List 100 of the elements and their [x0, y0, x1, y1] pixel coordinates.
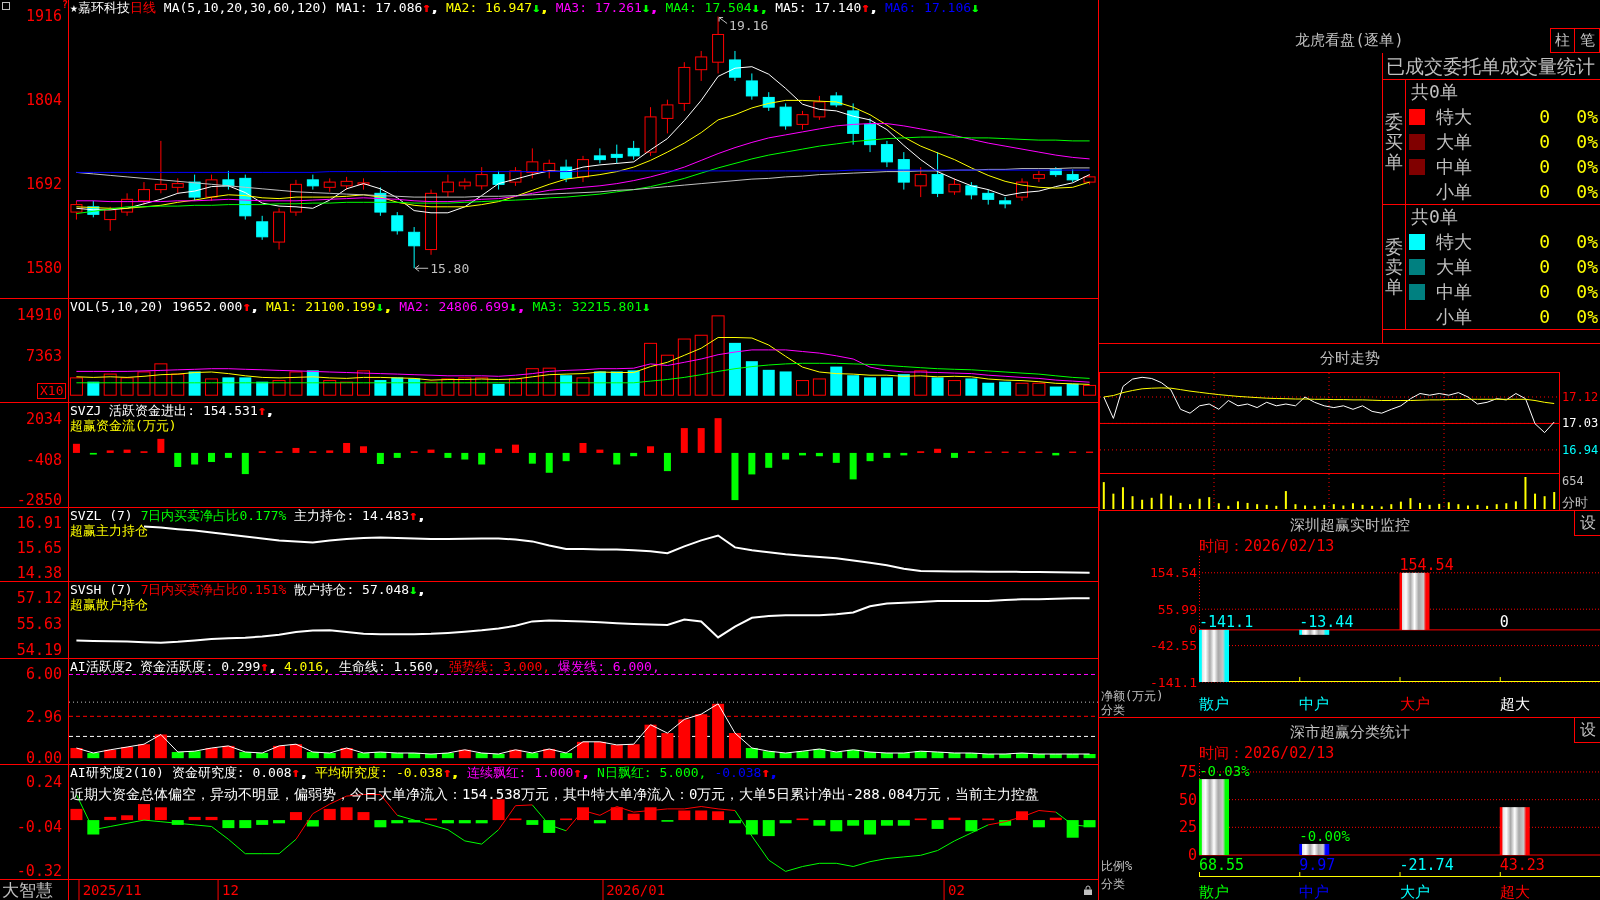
candlestick — [577, 155, 589, 183]
order-share: 0% — [1575, 281, 1599, 302]
axis-tick-label: 0 — [1189, 622, 1197, 638]
indicator-reading: 平均研究度: -0.038↑, — [315, 765, 459, 780]
candlestick — [779, 102, 792, 131]
axis-tick-label: 14.38 — [16, 564, 62, 582]
axis-tick-label: 16.91 — [16, 514, 62, 533]
indicator-reading: 生命线: 1.560, — [338, 659, 441, 674]
indicator-reading: MA2: 24806.699↓, — [399, 299, 525, 314]
candlestick — [239, 174, 252, 221]
candlestick — [289, 179, 302, 217]
axis-title: 分类 — [1101, 703, 1125, 717]
candlestick — [526, 147, 539, 179]
volume-scale-label: 654 — [1562, 474, 1584, 488]
date-label: 2025/11 — [78, 880, 142, 900]
axis-tick-label: 1580 — [25, 259, 62, 278]
order-count: 0 — [1538, 106, 1550, 127]
candlestick — [306, 174, 319, 191]
indicator-reading: 7日内买卖净占比0.177% — [140, 508, 287, 523]
candlestick — [357, 177, 370, 191]
candlestick — [340, 176, 353, 191]
indicator-name: MA(5,10,20,30,60,120) — [163, 0, 329, 15]
category-label: 散户 — [1199, 883, 1229, 900]
axis-tick-label: 154.54 — [1150, 565, 1197, 581]
axis-tick-label: 1692 — [25, 175, 62, 194]
candlestick — [441, 174, 454, 198]
order-share: 0% — [1575, 181, 1599, 202]
order-share: 0% — [1575, 106, 1599, 127]
settings-button[interactable]: 设 — [1574, 718, 1600, 743]
axis-tick-label: 55.63 — [16, 615, 62, 634]
settings-button[interactable]: 设 — [1574, 511, 1600, 536]
indicator-reading: 强势线: 3.000, — [448, 659, 551, 674]
axis-tick-label: 0.00 — [25, 749, 62, 765]
category-label: 中户 — [1299, 883, 1330, 900]
indicator-name: SVZJ — [70, 403, 102, 418]
question-mark-icon: ? — [62, 0, 69, 10]
bar-change-label: -0.03% — [1199, 763, 1250, 780]
indicator-reading: 4.016, — [283, 659, 331, 674]
indicator-reading: MA6: 17.106↓ — [884, 0, 979, 15]
indicator-caption: 超赢主力持仓 — [70, 523, 148, 538]
bar-value-label: 0 — [1499, 612, 1509, 631]
indicator-reading: MA3: 17.261↓, — [555, 0, 658, 15]
axis-tick-label: 16.94 — [1562, 442, 1599, 457]
candlestick — [813, 95, 826, 121]
candlestick — [762, 91, 775, 112]
indicator-reading: MA2: 16.947↓, — [445, 0, 548, 15]
price-annotation: 19.16 — [729, 18, 769, 33]
indicator-name: AI活跃度2 — [70, 659, 133, 674]
view-toggle-button[interactable]: 柱 — [1550, 28, 1575, 53]
volume-caption: 分时 — [1562, 495, 1588, 510]
candlestick — [999, 196, 1012, 209]
panel-title: 分时走势 — [1319, 350, 1380, 366]
candlestick — [1032, 170, 1045, 183]
candlestick — [323, 177, 336, 193]
candlestick — [712, 16, 725, 74]
axis-tick-label: 17.03 — [1562, 416, 1599, 431]
order-size-label: 中单 — [1436, 156, 1473, 177]
indicator-reading: 爆发线: 6.000, — [558, 659, 660, 674]
axis-title: 净额(万元) — [1101, 689, 1164, 703]
candlestick — [1049, 166, 1062, 178]
order-size-label: 小单 — [1436, 306, 1473, 327]
axis-tick-label: 14910 — [16, 306, 62, 325]
axis-tick-label: 1804 — [25, 91, 62, 110]
candlestick — [87, 200, 100, 218]
axis-tick-label: -0.32 — [16, 862, 62, 880]
axis-tick-label: -141.1 — [1150, 674, 1197, 690]
candlestick — [256, 215, 269, 241]
indicator-reading: MA4: 17.504↓, — [665, 0, 768, 15]
candlestick — [104, 206, 117, 232]
bar-change-label: -0.00% — [1299, 827, 1350, 844]
candlestick — [847, 102, 860, 146]
indicator-reading: 7日内买卖净占比0.151% — [140, 582, 287, 597]
square-icon — [2, 2, 10, 10]
timestamp: 时间：2026/02/13 — [1199, 745, 1335, 761]
bar-value-label: 9.97 — [1299, 856, 1336, 874]
bar-value-label: -13.44 — [1299, 612, 1354, 631]
date-label: 12 — [218, 880, 239, 900]
candlestick — [830, 91, 843, 108]
axis-tick-label: 2034 — [25, 410, 62, 429]
order-share: 0% — [1575, 231, 1599, 252]
order-count: 0 — [1538, 231, 1550, 252]
arrow-icon — [414, 264, 429, 272]
indicator-name: SVZL (7) — [70, 508, 133, 523]
group-label: 委买单 — [1385, 112, 1403, 172]
candlestick — [728, 50, 741, 82]
bar-value-label: 43.23 — [1499, 856, 1545, 874]
axis-tick-label: -2850 — [16, 491, 62, 508]
candlestick — [374, 186, 387, 217]
bar-value-label: -141.1 — [1199, 612, 1254, 631]
view-toggle-button[interactable]: 笔 — [1575, 28, 1600, 53]
indicator-reading: -0.038↑, — [714, 765, 778, 780]
candlestick — [121, 192, 134, 217]
category-label: 超大 — [1499, 883, 1530, 900]
indicator-reading: 连续飘红: 1.000↑, — [466, 765, 589, 780]
axis-tick-label: 15.65 — [16, 539, 62, 558]
candlestick — [948, 177, 961, 196]
stock-name: 嘉环科技 — [77, 0, 130, 15]
axis-tick-label: -408 — [25, 450, 62, 469]
order-size-label: 特大 — [1436, 231, 1473, 252]
candlestick — [475, 166, 488, 191]
